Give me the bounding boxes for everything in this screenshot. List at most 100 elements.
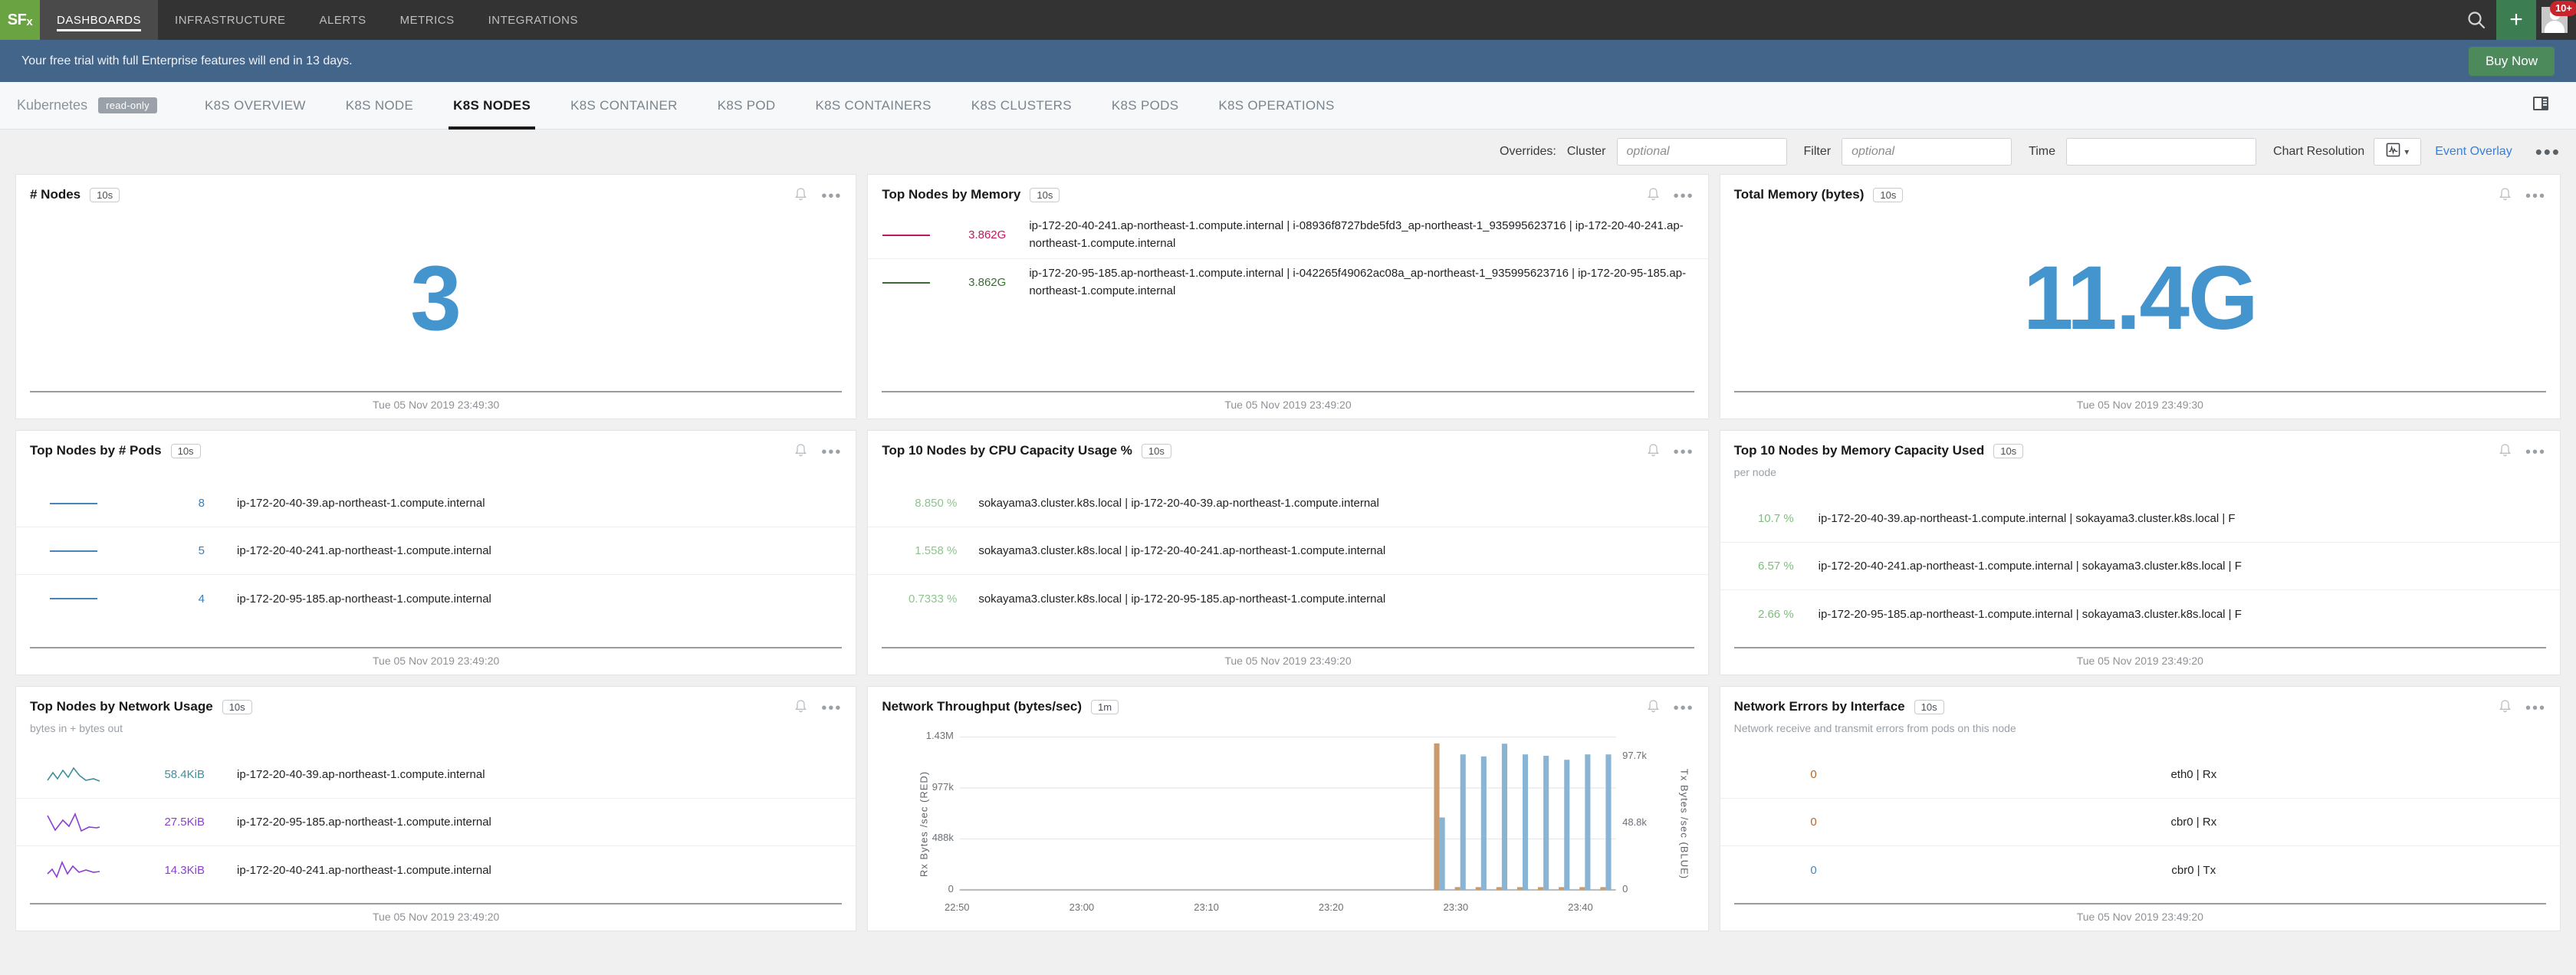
panel-menu-icon[interactable]: •••: [2525, 445, 2546, 460]
panel-menu-icon[interactable]: •••: [821, 189, 842, 204]
event-overlay-link[interactable]: Event Overlay: [2435, 145, 2512, 159]
panel-menu-icon[interactable]: •••: [821, 701, 842, 716]
list-item[interactable]: 3.862G ip-172-20-40-241.ap-northeast-1.c…: [868, 212, 1708, 259]
tab-k8s-node[interactable]: K8S NODE: [326, 82, 433, 130]
series-label: cbr0 | Rx: [2170, 816, 2217, 829]
tab-k8s-overview[interactable]: K8S OVERVIEW: [185, 82, 326, 130]
panel-menu-icon[interactable]: •••: [821, 445, 842, 460]
bell-icon[interactable]: [794, 443, 807, 461]
panel-resolution-chip: 10s: [170, 444, 201, 458]
list-item[interactable]: 2.66 % ip-172-20-95-185.ap-northeast-1.c…: [1720, 590, 2560, 638]
bell-icon[interactable]: [1647, 699, 1660, 717]
tab-k8s-nodes[interactable]: K8S NODES: [433, 82, 550, 130]
bell-icon[interactable]: [794, 699, 807, 717]
list-item[interactable]: 8 ip-172-20-40-39.ap-northeast-1.compute…: [16, 480, 856, 527]
list-item[interactable]: 0 eth0 | Rx: [1720, 751, 2560, 799]
panel-resolution-chip: 10s: [1993, 444, 2024, 458]
panel-resolution-chip: 10s: [222, 700, 252, 714]
series-value: 27.5KiB: [164, 816, 205, 829]
panel-body: 8.850 % sokayama3.cluster.k8s.local | ip…: [868, 461, 1708, 647]
tab-k8s-pods[interactable]: K8S PODS: [1092, 82, 1198, 130]
series-label: ip-172-20-95-185.ap-northeast-1.compute.…: [237, 592, 491, 606]
panel-menu-icon[interactable]: •••: [2525, 701, 2546, 716]
panel-menu-icon[interactable]: •••: [1674, 445, 1694, 460]
time-input[interactable]: [2066, 138, 2257, 166]
list-item[interactable]: 27.5KiB ip-172-20-95-185.ap-northeast-1.…: [16, 799, 856, 846]
panel-resolution-chip: 10s: [90, 188, 120, 202]
list-item[interactable]: 0.7333 % sokayama3.cluster.k8s.local | i…: [868, 575, 1707, 622]
list-item[interactable]: 14.3KiB ip-172-20-40-241.ap-northeast-1.…: [16, 846, 856, 894]
cluster-input[interactable]: [1616, 138, 1787, 166]
sidebar-toggle-button[interactable]: [2522, 94, 2559, 117]
bell-icon[interactable]: [1647, 187, 1660, 205]
panel-menu-icon[interactable]: •••: [1674, 189, 1694, 204]
chevron-down-icon: ▾: [2404, 146, 2410, 157]
nav-item-integrations[interactable]: INTEGRATIONS: [472, 0, 595, 40]
list-item[interactable]: 5 ip-172-20-40-241.ap-northeast-1.comput…: [16, 527, 856, 575]
bell-icon[interactable]: [2499, 187, 2512, 205]
filter-input[interactable]: [1842, 138, 2013, 166]
panel-timestamp: Tue 05 Nov 2019 23:49:20: [1733, 903, 2546, 931]
list-item[interactable]: 8.850 % sokayama3.cluster.k8s.local | ip…: [868, 480, 1708, 527]
list-item[interactable]: 4 ip-172-20-95-185.ap-northeast-1.comput…: [16, 575, 856, 622]
add-button[interactable]: +: [2496, 0, 2536, 40]
chart-resolution-select[interactable]: ▾: [2374, 138, 2422, 166]
list-item[interactable]: 3.862G ip-172-20-95-185.ap-northeast-1.c…: [868, 259, 1707, 306]
search-button[interactable]: [2456, 0, 2496, 40]
plus-icon: +: [2509, 7, 2523, 32]
series-value: 1.558 %: [915, 544, 958, 557]
panel-top-nodes-by-memory: Top Nodes by Memory 10s ••• 3.862G ip-17…: [867, 174, 1709, 419]
x-axis-tick: 23:00: [1069, 901, 1095, 913]
series-value: 3.862G: [968, 276, 1007, 289]
panel-header-actions: •••: [2499, 443, 2546, 461]
panel-menu-icon[interactable]: •••: [2525, 189, 2546, 204]
tab-k8s-operations[interactable]: K8S OPERATIONS: [1198, 82, 1354, 130]
tab-k8s-containers[interactable]: K8S CONTAINERS: [796, 82, 951, 130]
dashboard-group-name[interactable]: Kubernetes: [17, 97, 87, 113]
overrides-label: Overrides:: [1500, 145, 1556, 158]
tab-k8s-pod[interactable]: K8S POD: [698, 82, 796, 130]
network-throughput-chart[interactable]: 0 488k 977k 1.43M 0 48.8k 97.7k 22:50 23:00 23:10…: [868, 717, 1707, 931]
panel-header-actions: •••: [2499, 187, 2546, 205]
panel-header: Top Nodes by Memory 10s •••: [868, 175, 1707, 205]
filter-label: Filter: [1803, 145, 1832, 158]
panel-header-actions: •••: [794, 443, 842, 461]
panel-network-throughput: Network Throughput (bytes/sec) 1m ••• 0 4…: [867, 686, 1709, 931]
panel-header-actions: •••: [1647, 699, 1694, 717]
nav-item-infrastructure[interactable]: INFRASTRUCTURE: [158, 0, 303, 40]
tab-k8s-container[interactable]: K8S CONTAINER: [550, 82, 698, 130]
bell-icon[interactable]: [2499, 699, 2512, 717]
buy-now-button[interactable]: Buy Now: [2468, 46, 2555, 76]
series-value: 58.4KiB: [164, 768, 205, 781]
bell-icon[interactable]: [2499, 443, 2512, 461]
bell-icon[interactable]: [1647, 443, 1660, 461]
series-label: ip-172-20-95-185.ap-northeast-1.compute.…: [237, 816, 491, 829]
list-item[interactable]: 10.7 % ip-172-20-40-39.ap-northeast-1.co…: [1720, 495, 2560, 543]
list-item[interactable]: 1.558 % sokayama3.cluster.k8s.local | ip…: [868, 527, 1708, 575]
tab-k8s-clusters[interactable]: K8S CLUSTERS: [951, 82, 1092, 130]
user-avatar-button[interactable]: 10+: [2536, 0, 2576, 40]
sparkline-icon: [16, 811, 131, 834]
list-item[interactable]: 0 cbr0 | Rx: [1720, 799, 2560, 846]
series-label: sokayama3.cluster.k8s.local | ip-172-20-…: [978, 592, 1386, 606]
bell-icon[interactable]: [794, 187, 807, 205]
panel-title: Top Nodes by # Pods: [30, 443, 162, 458]
series-value: 5: [198, 544, 205, 557]
nav-item-metrics[interactable]: METRICS: [383, 0, 472, 40]
nav-item-dashboards[interactable]: DASHBOARDS: [40, 0, 159, 40]
list-item[interactable]: 0 cbr0 | Tx: [1720, 846, 2560, 894]
list-item[interactable]: 58.4KiB ip-172-20-40-39.ap-northeast-1.c…: [16, 751, 856, 799]
panel-body[interactable]: 0 488k 977k 1.43M 0 48.8k 97.7k 22:50 23:00 23:10…: [868, 717, 1707, 931]
series-label: ip-172-20-95-185.ap-northeast-1.compute.…: [1029, 267, 1687, 297]
ellipsis-icon[interactable]: •••: [2535, 142, 2561, 162]
series-label: ip-172-20-40-241.ap-northeast-1.compute.…: [237, 544, 491, 557]
list-item[interactable]: 6.57 % ip-172-20-40-241.ap-northeast-1.c…: [1720, 543, 2560, 590]
read-only-badge: read-only: [98, 97, 157, 113]
app-logo[interactable]: SF x: [0, 0, 40, 40]
chart-canvas: [960, 736, 1616, 891]
panel-header-actions: •••: [1647, 187, 1694, 205]
nav-item-alerts[interactable]: ALERTS: [303, 0, 383, 40]
panel-timestamp: Tue 05 Nov 2019 23:49:30: [1733, 391, 2546, 419]
panel-body: 8 ip-172-20-40-39.ap-northeast-1.compute…: [16, 461, 856, 647]
panel-menu-icon[interactable]: •••: [1674, 701, 1694, 716]
